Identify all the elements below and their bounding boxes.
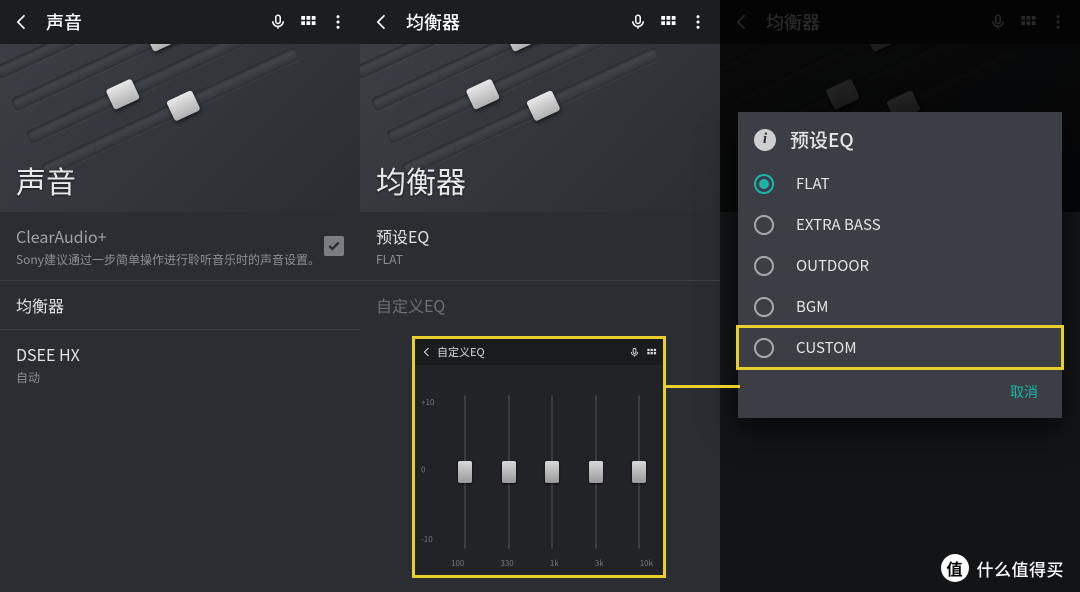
eq-option-bgm[interactable]: BGM: [738, 286, 1062, 327]
back-button[interactable]: [8, 8, 36, 36]
overflow-icon[interactable]: [684, 8, 712, 36]
dsee-label: DSEE HX: [16, 342, 344, 366]
info-icon: i: [754, 129, 776, 151]
preset-eq-dialog: i 预设EQ FLAT EXTRA BASS OUTDOOR BGM CUSTO…: [738, 112, 1062, 418]
option-label: OUTDOOR: [796, 255, 869, 276]
appbar-title: 声音: [46, 9, 82, 35]
freq-label: 100: [451, 558, 464, 569]
custom-eq-label: 自定义EQ: [360, 281, 720, 329]
freq-label: 1k: [550, 558, 559, 569]
clearaudio-desc: Sony建议通过一步简单操作进行聆听音乐时的声音设置。: [16, 251, 324, 268]
scale-mid: 0: [421, 465, 425, 476]
dsee-value: 自动: [16, 369, 344, 386]
appbar-title: 均衡器: [406, 9, 460, 35]
hero-banner: 声音: [0, 44, 360, 212]
clearaudio-checkbox[interactable]: [324, 236, 344, 256]
dialog-title: 预设EQ: [790, 126, 854, 153]
hero-title: 声音: [16, 158, 76, 202]
radio-icon: [754, 338, 774, 358]
eq-band-330[interactable]: [495, 395, 523, 549]
eq-option-custom[interactable]: CUSTOM: [738, 327, 1062, 368]
clearaudio-row[interactable]: ClearAudio+ Sony建议通过一步简单操作进行聆听音乐时的声音设置。: [0, 212, 360, 281]
watermark: 值 什么值得买: [941, 554, 1065, 582]
eq-option-outdoor[interactable]: OUTDOOR: [738, 245, 1062, 286]
equalizer-row[interactable]: 均衡器: [0, 281, 360, 330]
grid-icon: [646, 347, 657, 358]
clearaudio-label: ClearAudio+: [16, 224, 324, 248]
freq-label: 3k: [595, 558, 604, 569]
radio-icon: [754, 256, 774, 276]
eq-option-extra-bass[interactable]: EXTRA BASS: [738, 204, 1062, 245]
grid-icon[interactable]: [294, 8, 322, 36]
mic-icon[interactable]: [264, 8, 292, 36]
option-label: CUSTOM: [796, 337, 857, 358]
option-label: BGM: [796, 296, 828, 317]
overflow-icon[interactable]: [324, 8, 352, 36]
watermark-badge-icon: 值: [941, 554, 969, 582]
eq-band-100[interactable]: [451, 395, 479, 549]
mic-icon[interactable]: [624, 8, 652, 36]
eq-option-flat[interactable]: FLAT: [738, 163, 1062, 204]
inset-title: 自定义EQ: [437, 344, 485, 360]
radio-icon: [754, 174, 774, 194]
hero-banner: 均衡器: [360, 44, 720, 212]
equalizer-label: 均衡器: [16, 293, 344, 317]
eq-band-1k[interactable]: [538, 395, 566, 549]
preset-eq-row[interactable]: 预设EQ FLAT: [360, 212, 720, 281]
back-icon: [421, 346, 433, 358]
scale-top: +10: [421, 397, 434, 408]
hero-title: 均衡器: [376, 158, 466, 202]
freq-label: 330: [500, 558, 513, 569]
custom-eq-preview: 自定义EQ +10 0 -10 100 330 1k 3k 10k: [412, 336, 666, 578]
option-label: FLAT: [796, 173, 830, 194]
scale-bot: -10: [421, 534, 433, 545]
cancel-button[interactable]: 取消: [1000, 376, 1048, 408]
radio-icon: [754, 297, 774, 317]
freq-label: 10k: [640, 558, 653, 569]
dsee-row[interactable]: DSEE HX 自动: [0, 330, 360, 398]
option-label: EXTRA BASS: [796, 214, 881, 235]
annotation-connector: [666, 385, 740, 388]
grid-icon[interactable]: [654, 8, 682, 36]
preset-eq-value: FLAT: [376, 251, 704, 268]
back-button[interactable]: [368, 8, 396, 36]
radio-icon: [754, 215, 774, 235]
eq-band-3k[interactable]: [582, 395, 610, 549]
preset-eq-label: 预设EQ: [376, 224, 704, 248]
eq-band-10k[interactable]: [625, 395, 653, 549]
mic-icon: [629, 347, 640, 358]
watermark-text: 什么值得买: [977, 556, 1065, 581]
